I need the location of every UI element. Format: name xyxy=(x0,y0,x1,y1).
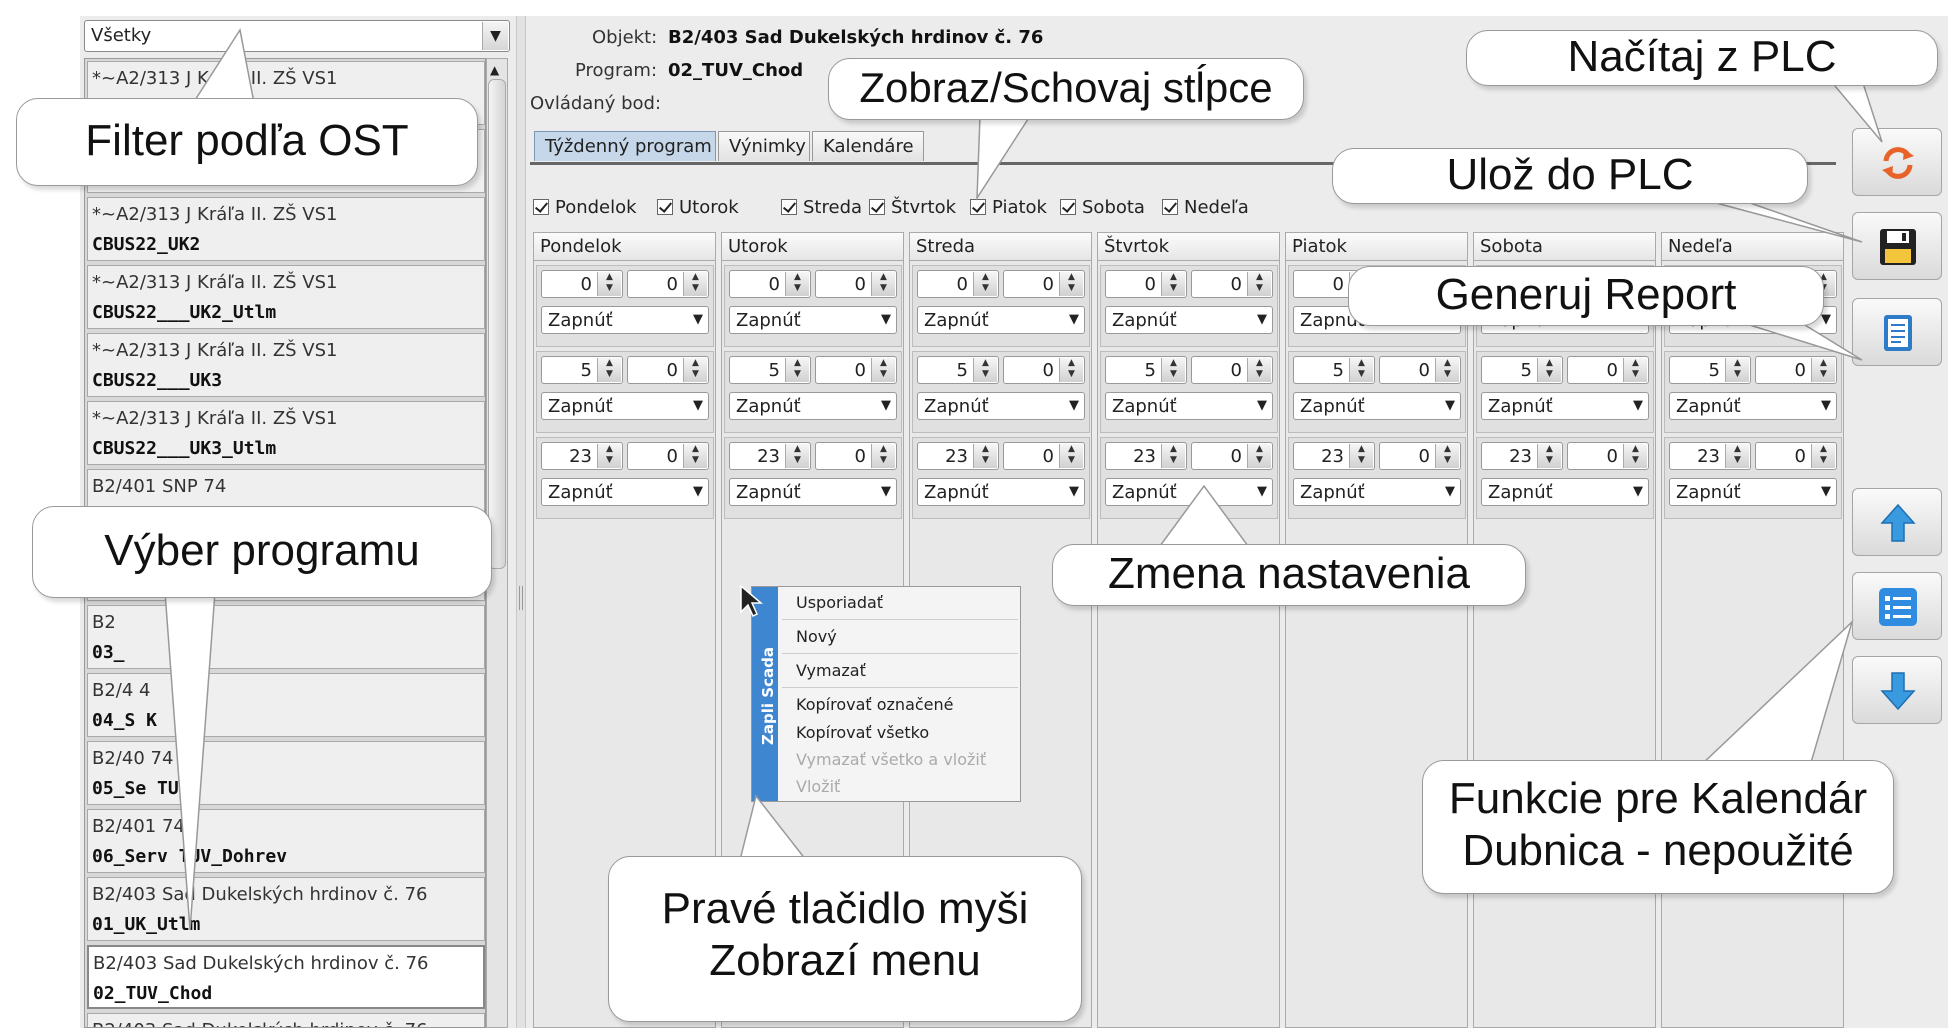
app-window: Všetky ▼ *~A2/313 J Kráľa II. ZŠ VS1*~A2… xyxy=(0,0,1953,1028)
callout-calendar-line2: Dubnica - nepoužité xyxy=(1462,826,1854,875)
columns-callout-pointer xyxy=(976,115,1032,201)
callout-program-text: Výber programu xyxy=(104,526,420,575)
load-callout-pointer xyxy=(1828,79,1883,143)
program-callout-pointer xyxy=(164,591,216,931)
report-callout-pointer xyxy=(1739,321,1863,361)
callout-rightclick-line2: Zobrazí menu xyxy=(709,936,981,985)
callout-calendar-line1: Funkcie pre Kalendár xyxy=(1448,774,1868,823)
callout-filter: Filter podľa OST xyxy=(16,98,478,186)
callout-change: Zmena nastavenia xyxy=(1052,544,1526,606)
callout-report-text: Generuj Report xyxy=(1435,270,1737,319)
callout-load-text: Načítaj z PLC xyxy=(1567,32,1837,81)
callout-report: Generuj Report xyxy=(1348,266,1824,326)
callout-filter-text: Filter podľa OST xyxy=(85,116,409,165)
callout-rightclick-line1: Pravé tlačidlo myši xyxy=(661,884,1029,933)
callout-program: Výber programu xyxy=(32,506,492,598)
callout-columns-text: Zobraz/Schovaj stĺpce xyxy=(859,64,1273,111)
calendar-callout-pointer xyxy=(1698,619,1854,767)
callout-save: Ulož do PLC xyxy=(1332,148,1808,204)
change-callout-pointer xyxy=(1158,484,1250,547)
callout-change-text: Zmena nastavenia xyxy=(1108,549,1470,598)
rightclick-callout-pointer xyxy=(739,794,808,861)
filter-callout-pointer xyxy=(188,28,256,109)
callout-calendar: Funkcie pre Kalendár Dubnica - nepoužité xyxy=(1422,760,1894,894)
callout-columns: Zobraz/Schovaj stĺpce xyxy=(828,58,1304,120)
callout-save-text: Ulož do PLC xyxy=(1446,150,1694,199)
callout-rightclick: Pravé tlačidlo myši Zobrazí menu xyxy=(608,856,1082,1022)
callout-load: Načítaj z PLC xyxy=(1466,30,1938,86)
